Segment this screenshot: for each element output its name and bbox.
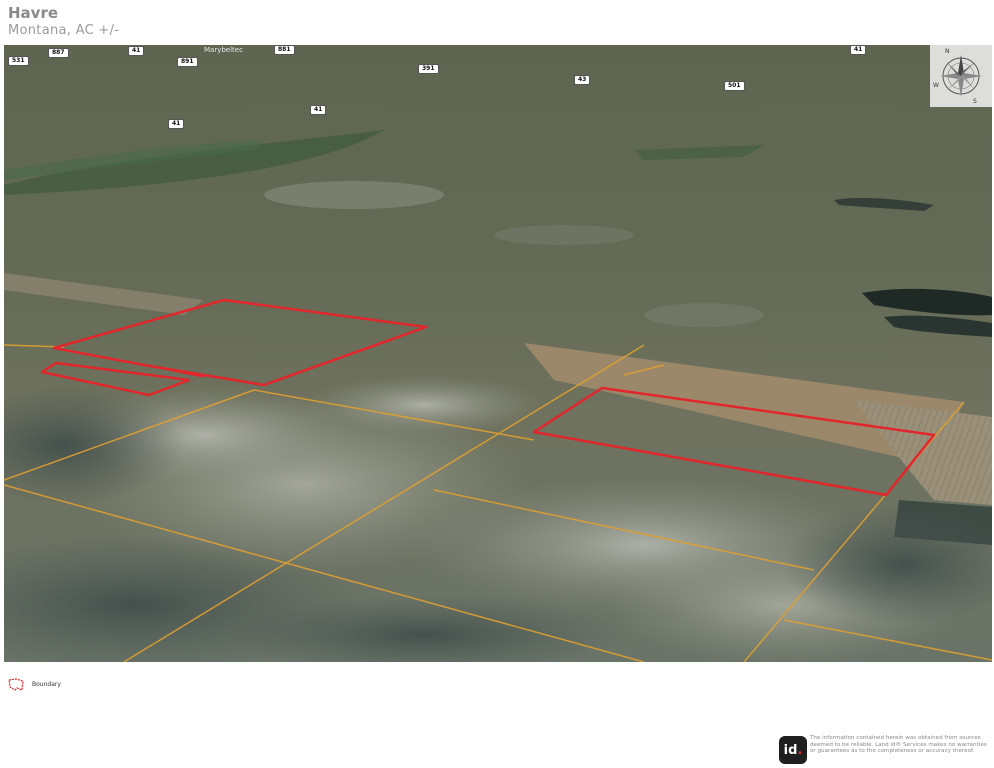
disclaimer-text: The information contained herein was obt… [810,735,987,755]
road-shield: 41 [168,119,185,129]
town-label: Marybeltec [204,46,243,54]
compass-rose-icon: N W S [933,48,982,105]
road-shield: 41 [310,105,327,115]
map-legend: Boundary [8,677,61,691]
boundary-outline-icon [8,677,24,691]
road-shield: 891 [177,57,198,67]
road-shield: 881 [274,45,295,55]
map-subtitle: Montana, AC +/- [8,23,120,38]
svg-text:S: S [973,98,977,105]
landid-logo: id. [779,736,807,764]
road-shield: 531 [8,56,29,66]
svg-text:W: W [933,82,939,89]
terrain-imagery [4,45,992,662]
svg-text:N: N [945,48,950,55]
map-title: Havre [8,4,59,22]
road-shield: 501 [724,81,745,91]
legend-label-boundary: Boundary [32,680,61,688]
road-shield: 41 [850,45,867,55]
compass[interactable]: N W S [930,45,992,107]
road-shield: 43 [574,75,591,85]
road-shield: 41 [128,46,145,56]
road-shield: 887 [48,48,69,58]
road-shield: 391 [418,64,439,74]
satellite-map[interactable]: 531 887 41 891 881 391 43 501 41 41 41 M… [4,45,992,662]
